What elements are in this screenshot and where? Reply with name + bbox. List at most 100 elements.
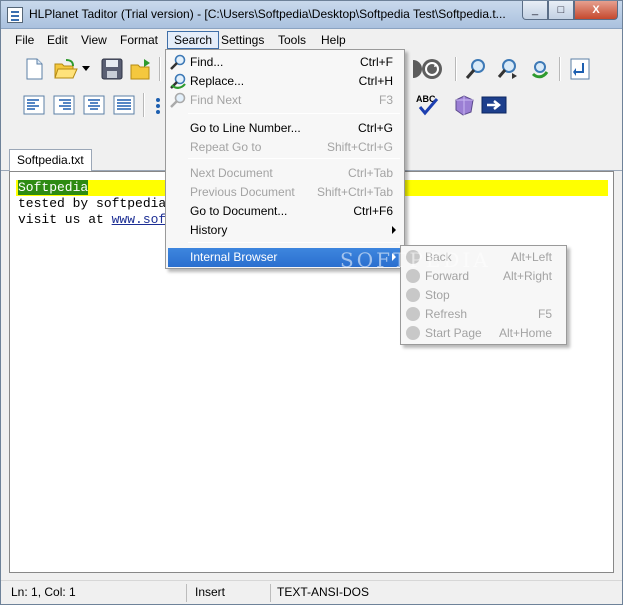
browser-item-refresh: Refresh F5	[403, 305, 564, 324]
spell-check-icon: ABC	[416, 94, 439, 116]
align-right-button[interactable]	[51, 92, 77, 118]
menu-item-replace[interactable]: Replace... Ctrl+H	[168, 72, 404, 91]
menu-item-label: Start Page	[425, 326, 482, 340]
back-icon	[406, 250, 420, 264]
browser-item-stop: Stop	[403, 286, 564, 305]
menu-bar: File Edit View Format Search Settings To…	[1, 30, 622, 51]
menu-tools[interactable]: Tools	[272, 32, 312, 50]
find-toolbar-button[interactable]	[463, 56, 489, 82]
menu-item-repeat-go-to: Repeat Go to Shift+Ctrl+G	[168, 138, 404, 157]
word-wrap-icon	[570, 58, 590, 80]
stop-icon	[406, 288, 420, 302]
menu-separator	[188, 242, 400, 243]
bullets-button[interactable]	[151, 92, 165, 118]
replace-toolbar-button[interactable]	[527, 56, 553, 82]
window-title: HLPlanet Taditor (Trial version) - [C:\U…	[29, 7, 506, 21]
close-button[interactable]: X	[574, 1, 618, 20]
editor-line-1: Softpedia	[18, 180, 89, 196]
align-right-icon	[53, 95, 75, 115]
menu-item-label: Stop	[425, 288, 450, 302]
justify-button[interactable]	[111, 92, 137, 118]
line-3-text: visit us at	[18, 212, 112, 227]
menu-item-shortcut: Ctrl+Tab	[347, 166, 393, 180]
status-bar: Ln: 1, Col: 1 Insert TEXT-ANSI-DOS	[1, 580, 622, 604]
menu-edit[interactable]: Edit	[41, 32, 74, 50]
arrow-right-box-icon	[481, 96, 507, 114]
magnifier-next-icon	[497, 59, 517, 79]
replace-icon	[170, 73, 186, 89]
new-document-button[interactable]	[21, 56, 47, 82]
save-button[interactable]	[99, 56, 125, 82]
forward-nav-button[interactable]	[419, 56, 445, 82]
align-justify-icon	[113, 95, 135, 115]
menu-item-find-next: Find Next F3	[168, 91, 404, 110]
save-as-button[interactable]	[129, 56, 155, 82]
editor-line-3: visit us at www.sof	[18, 212, 166, 228]
menu-item-next-document: Next Document Ctrl+Tab	[168, 164, 404, 183]
minimize-button[interactable]: _	[522, 1, 548, 20]
open-button[interactable]	[53, 56, 79, 82]
menu-item-go-to-document[interactable]: Go to Document... Ctrl+F6	[168, 202, 404, 221]
toolbar-separator	[559, 57, 561, 81]
selected-text: Softpedia	[18, 180, 89, 195]
internal-browser-submenu: Back Alt+Left Forward Alt+Right Stop Refresh F…	[400, 245, 567, 345]
find-next-icon	[170, 92, 186, 108]
align-center-icon	[83, 95, 105, 115]
browser-item-forward: Forward Alt+Right	[403, 267, 564, 286]
title-bar[interactable]: HLPlanet Taditor (Trial version) - [C:\U…	[1, 1, 622, 29]
find-next-toolbar-button[interactable]	[495, 56, 521, 82]
find-icon	[170, 54, 186, 70]
align-left-button[interactable]	[21, 92, 47, 118]
menu-item-label: Forward	[425, 269, 470, 283]
chevron-down-icon	[82, 66, 90, 71]
word-wrap-button[interactable]	[567, 56, 593, 82]
start-page-icon	[406, 326, 420, 340]
menu-item-label: Find Next	[190, 93, 242, 107]
new-document-icon	[26, 58, 43, 80]
save-disk-icon	[101, 58, 123, 80]
open-folder-icon	[54, 59, 78, 79]
maximize-button[interactable]: □	[548, 1, 574, 20]
align-left-icon	[23, 95, 45, 115]
app-icon[interactable]	[7, 7, 23, 23]
menu-item-label: Refresh	[425, 307, 468, 321]
caption-buttons: _ □ X	[522, 1, 618, 21]
menu-view[interactable]: View	[75, 32, 113, 50]
menu-separator	[188, 158, 400, 159]
spell-check-button[interactable]: ABC	[415, 92, 441, 118]
menu-item-label: Repeat Go to	[190, 140, 262, 154]
list-bullets-icon	[156, 98, 160, 114]
menu-item-shortcut: Alt+Left	[510, 250, 552, 264]
menu-separator	[188, 113, 400, 114]
menu-item-label: Go to Document...	[190, 204, 288, 218]
toolbar-separator	[143, 93, 145, 117]
menu-item-label: Replace...	[190, 74, 245, 88]
replace-icon	[531, 61, 549, 79]
search-menu-dropdown: Find... Ctrl+F Replace... Ctrl+H Find Next F3…	[165, 49, 405, 269]
menu-item-shortcut: F3	[378, 93, 393, 107]
run-button[interactable]	[481, 92, 507, 118]
menu-item-label: Find...	[190, 55, 224, 69]
forward-icon	[406, 269, 420, 283]
url-link[interactable]: www.sof	[112, 212, 167, 227]
menu-item-shortcut: F5	[537, 307, 552, 321]
macro-button[interactable]	[451, 92, 477, 118]
menu-item-history[interactable]: History	[168, 221, 404, 240]
menu-search[interactable]: Search	[167, 31, 220, 49]
menu-settings[interactable]: Settings	[215, 32, 270, 50]
menu-help[interactable]: Help	[315, 32, 352, 50]
menu-item-go-to-line-number[interactable]: Go to Line Number... Ctrl+G	[168, 119, 404, 138]
menu-item-shortcut: Ctrl+G	[357, 121, 393, 135]
tab-softpedia-txt[interactable]: Softpedia.txt	[9, 149, 92, 172]
menu-format[interactable]: Format	[114, 32, 164, 50]
menu-item-find[interactable]: Find... Ctrl+F	[168, 53, 404, 72]
submenu-arrow-icon	[392, 226, 396, 234]
menu-item-shortcut: Shift+Ctrl+G	[326, 140, 393, 154]
menu-item-internal-browser[interactable]: Internal Browser	[168, 248, 404, 267]
menu-file[interactable]: File	[9, 32, 40, 50]
open-dropdown-button[interactable]	[79, 56, 93, 82]
menu-item-shortcut: Ctrl+F	[360, 55, 393, 69]
align-center-button[interactable]	[81, 92, 107, 118]
menu-item-shortcut: Shift+Ctrl+Tab	[316, 185, 393, 199]
menu-item-shortcut: Ctrl+H	[358, 74, 393, 88]
